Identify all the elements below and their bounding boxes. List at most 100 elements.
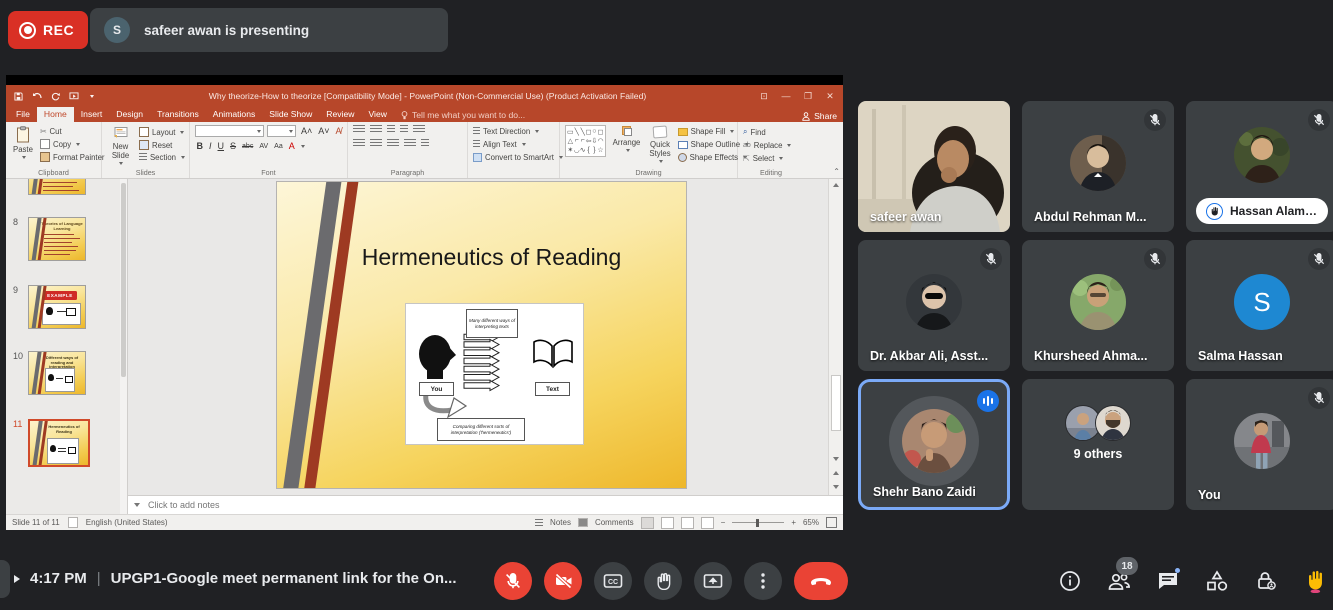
zoom-slider[interactable]: [732, 522, 784, 523]
shape-gallery[interactable]: ▭╲╲◻○◻ △⌐⌐⇦⇩◠ ✶◡∿{}☆: [565, 125, 606, 157]
more-options-button[interactable]: [744, 562, 782, 600]
slide-11[interactable]: Hermeneutics of Reading: [277, 182, 686, 488]
language-status[interactable]: English (United States): [86, 518, 168, 527]
align-center-icon[interactable]: [370, 139, 382, 148]
format-painter-button[interactable]: Format Painter: [40, 152, 105, 162]
participant-tile-hassan-alamgir[interactable]: Hassan Alamg...: [1186, 101, 1333, 232]
thumbnail-slide-10[interactable]: 10 Different ways of reading and interpr…: [6, 351, 86, 395]
text-direction-button[interactable]: Text Direction: [473, 127, 563, 136]
tab-design[interactable]: Design: [109, 107, 150, 122]
fit-slide-icon[interactable]: [826, 517, 837, 528]
qat-customize-icon[interactable]: [90, 95, 94, 98]
section-button[interactable]: Section: [139, 153, 185, 162]
italic-button[interactable]: I: [208, 141, 214, 151]
zoom-level[interactable]: 65%: [803, 518, 819, 527]
participant-tile-abdul-rehman[interactable]: Abdul Rehman M...: [1022, 101, 1174, 232]
tab-home[interactable]: Home: [37, 107, 74, 122]
align-left-icon[interactable]: [353, 139, 365, 148]
tab-animations[interactable]: Animations: [206, 107, 263, 122]
ppt-share-button[interactable]: Share: [802, 111, 837, 121]
participant-tile-others[interactable]: 9 others: [1022, 379, 1174, 510]
ribbon-display-options-icon[interactable]: ⊡: [753, 91, 775, 102]
line-spacing-icon[interactable]: [413, 125, 425, 134]
mic-toggle-button[interactable]: [494, 562, 532, 600]
slide-vertical-scrollbar[interactable]: [828, 179, 843, 495]
align-text-button[interactable]: Align Text: [473, 140, 563, 149]
scroll-up-icon[interactable]: [833, 183, 839, 187]
normal-view-button[interactable]: [641, 517, 654, 529]
minimize-icon[interactable]: —: [775, 91, 797, 101]
activities-button[interactable]: [1205, 566, 1229, 596]
zoom-in-icon[interactable]: +: [791, 518, 796, 527]
meeting-name[interactable]: UPGP1-Google meet permanent link for the…: [111, 570, 457, 587]
thumbnail-slide-8[interactable]: 8 Theories of Language Learning: [6, 217, 86, 261]
slideshow-view-button[interactable]: [701, 517, 714, 529]
restore-icon[interactable]: ❐: [797, 91, 819, 102]
select-button[interactable]: ⇱Select: [743, 154, 791, 163]
close-icon[interactable]: ✕: [819, 91, 841, 102]
indent-increase-icon[interactable]: [400, 125, 408, 134]
tell-me-box[interactable]: Tell me what you want to do...: [394, 108, 532, 122]
bullets-icon[interactable]: [353, 125, 365, 134]
font-size-select[interactable]: [267, 125, 297, 137]
comments-toggle[interactable]: Comments: [595, 518, 634, 527]
justify-icon[interactable]: [404, 139, 416, 148]
participant-tile-safeer-awan[interactable]: safeer awan: [858, 101, 1010, 232]
redo-icon[interactable]: [51, 92, 60, 101]
tab-file[interactable]: File: [9, 107, 37, 122]
strikethrough-button[interactable]: S: [229, 141, 238, 151]
side-panel-handle[interactable]: [0, 560, 10, 598]
character-spacing-button[interactable]: AV: [258, 143, 270, 150]
tab-insert[interactable]: Insert: [74, 107, 110, 122]
previous-slide-icon[interactable]: [833, 471, 839, 475]
meeting-details-button[interactable]: [1058, 566, 1082, 596]
thumbnail-slide-11-selected[interactable]: 11 Hermeneutics of Reading: [6, 419, 90, 467]
cut-button[interactable]: ✂Cut: [40, 127, 105, 136]
align-right-icon[interactable]: [387, 139, 399, 148]
chat-button[interactable]: [1156, 566, 1180, 596]
expand-arrow-icon[interactable]: [14, 575, 20, 583]
tab-review[interactable]: Review: [319, 107, 361, 122]
thumbnail-slide-9[interactable]: 9 EXAMPLE: [6, 285, 86, 329]
next-slide-icon[interactable]: [833, 485, 839, 489]
spellcheck-icon[interactable]: [68, 517, 78, 528]
bold-button[interactable]: B: [195, 141, 205, 151]
slide-sorter-view-button[interactable]: [661, 517, 674, 529]
captions-button[interactable]: CC: [594, 562, 632, 600]
thumbnail-scrollbar[interactable]: [120, 179, 127, 514]
new-slide-button[interactable]: New Slide: [107, 125, 134, 167]
columns-icon[interactable]: [421, 139, 429, 148]
undo-icon[interactable]: [32, 92, 42, 101]
leave-call-button[interactable]: [794, 562, 848, 600]
slide-thumbnail-panel[interactable]: 8 Theories of Language Learning 9 EXAMPL…: [6, 179, 128, 514]
start-from-beginning-icon[interactable]: [69, 92, 79, 101]
layout-button[interactable]: Layout: [139, 127, 185, 137]
change-case-button[interactable]: Aa: [273, 143, 285, 150]
scrollbar-thumb[interactable]: [831, 375, 841, 431]
notes-toggle[interactable]: Notes: [550, 518, 571, 527]
notes-pane[interactable]: Click to add notes: [128, 495, 843, 514]
subscript-button[interactable]: abc: [241, 143, 255, 150]
presenter-banner[interactable]: S safeer awan is presenting: [90, 8, 448, 52]
copy-button[interactable]: Copy: [40, 139, 105, 149]
participant-tile-khursheed-ahmad[interactable]: Khursheed Ahma...: [1022, 240, 1174, 371]
numbering-icon[interactable]: [370, 125, 382, 134]
reset-button[interactable]: Reset: [139, 140, 185, 150]
thumbnail-slide-7-partial[interactable]: [6, 179, 86, 195]
paste-button[interactable]: Paste: [11, 125, 35, 167]
reading-view-button[interactable]: [681, 517, 694, 529]
convert-smartart-button[interactable]: Convert to SmartArt: [473, 153, 563, 162]
hand-raised-notification-icon[interactable]: [1303, 566, 1327, 596]
participant-tile-salma-hassan[interactable]: S Salma Hassan: [1186, 240, 1333, 371]
notes-collapse-icon[interactable]: [134, 503, 140, 507]
present-button[interactable]: [694, 562, 732, 600]
zoom-out-icon[interactable]: −: [721, 518, 726, 527]
tab-transitions[interactable]: Transitions: [150, 107, 206, 122]
underline-button[interactable]: U: [216, 141, 226, 151]
participants-button[interactable]: 18: [1107, 566, 1131, 596]
indent-decrease-icon[interactable]: [387, 125, 395, 134]
increase-font-icon[interactable]: A˄: [299, 126, 313, 136]
tab-view[interactable]: View: [361, 107, 393, 122]
decrease-font-icon[interactable]: A˅: [317, 126, 331, 136]
slide-canvas[interactable]: Hermeneutics of Reading: [128, 179, 843, 495]
